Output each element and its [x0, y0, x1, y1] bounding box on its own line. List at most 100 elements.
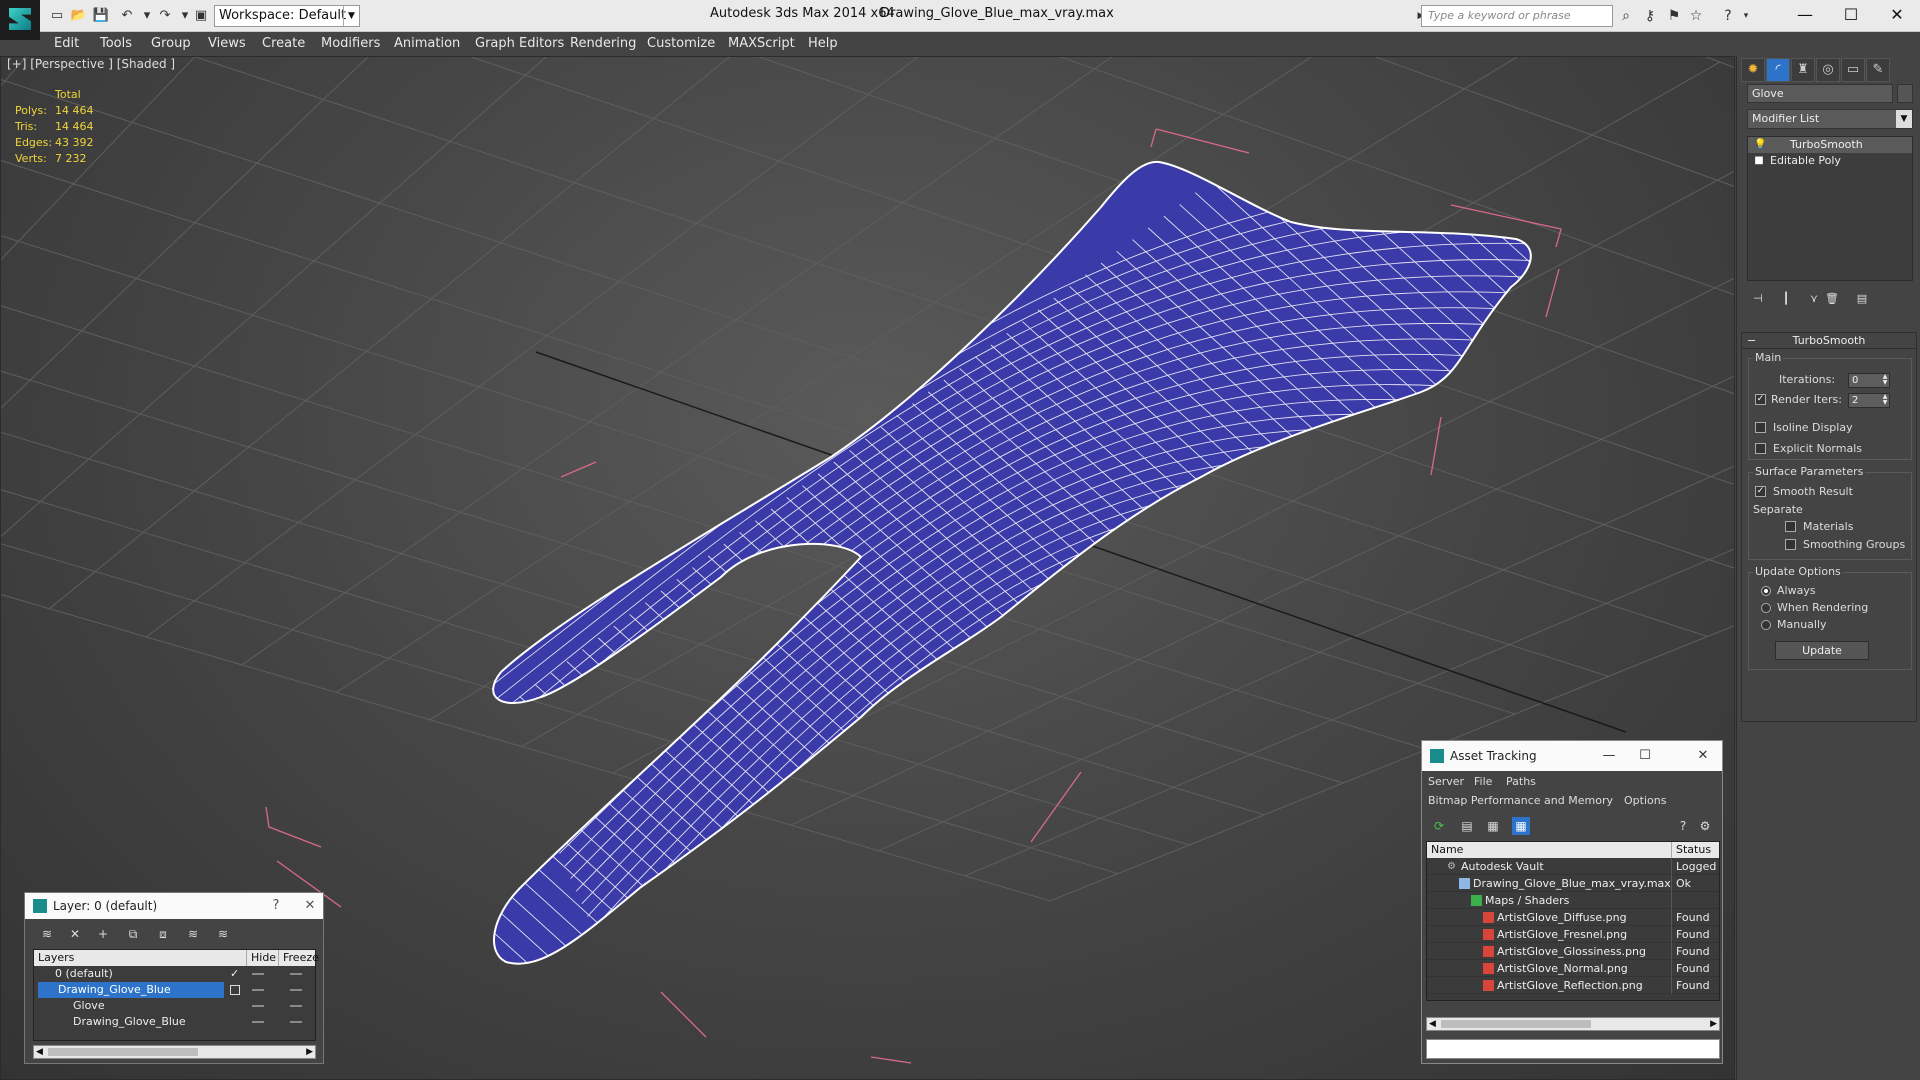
layer-window-titlebar[interactable]: Layer: 0 (default) ? ✕	[25, 893, 323, 919]
smoothing-groups-checkbox[interactable]	[1785, 539, 1796, 550]
scroll-right-icon[interactable]: ▶	[1710, 1018, 1717, 1030]
freeze-toggle[interactable]	[290, 1005, 302, 1007]
spinner-arrows-icon[interactable]: ▲ ▼	[1881, 394, 1889, 407]
motion-tab-icon[interactable]: ◎	[1816, 58, 1840, 82]
settings-icon[interactable]: ⚙	[1696, 817, 1714, 835]
new-file-icon[interactable]: ▭	[48, 7, 66, 25]
isoline-display-checkbox[interactable]	[1755, 422, 1766, 433]
layer-row[interactable]: Drawing_Glove_Blue	[34, 982, 315, 998]
hide-toggle[interactable]	[252, 989, 264, 991]
display-tab-icon[interactable]: ▭	[1841, 58, 1865, 82]
save-file-icon[interactable]: 💾	[92, 7, 110, 25]
object-name-field[interactable]: Glove	[1747, 84, 1893, 103]
checkmark-icon[interactable]: ✓	[230, 966, 239, 982]
menu-animation[interactable]: Animation	[394, 32, 460, 56]
asset-tracking-titlebar[interactable]: Asset Tracking — ☐ ✕	[1422, 741, 1722, 771]
menu-rendering[interactable]: Rendering	[570, 32, 636, 56]
maximize-button[interactable]: ☐	[1628, 745, 1662, 767]
table-row[interactable]: ArtistGlove_Fresnel.png Found	[1427, 926, 1719, 943]
table-row[interactable]: ArtistGlove_Diffuse.png Found	[1427, 909, 1719, 926]
menu-graph-editors[interactable]: Graph Editors	[475, 32, 564, 56]
rollout-header[interactable]: − TurboSmooth	[1742, 333, 1916, 349]
workspace-dropdown[interactable]: Workspace: Default ▼	[214, 5, 360, 27]
menu-modifiers[interactable]: Modifiers	[321, 32, 380, 56]
freeze-toggle[interactable]	[290, 973, 302, 975]
layers-icon[interactable]: ≋	[37, 925, 57, 943]
menu-tools[interactable]: Tools	[100, 32, 132, 56]
object-color-swatch[interactable]	[1897, 84, 1913, 103]
menu-paths[interactable]: Paths	[1506, 775, 1536, 788]
materials-checkbox[interactable]	[1785, 521, 1796, 532]
project-folder-icon[interactable]: ▣	[192, 7, 210, 25]
open-file-icon[interactable]: 📂	[70, 7, 88, 25]
render-iters-checkbox[interactable]: ✓	[1755, 394, 1766, 405]
favorites-star-icon[interactable]: ☆	[1686, 7, 1706, 25]
configure-modifier-sets-icon[interactable]: ▤	[1853, 290, 1871, 308]
column-hide[interactable]: Hide	[246, 950, 276, 966]
spinner-arrows-icon[interactable]: ▲ ▼	[1881, 374, 1889, 387]
scroll-left-icon[interactable]: ◀	[36, 1046, 43, 1058]
viewport-label[interactable]: [+] [Perspective ] [Shaded ]	[7, 57, 175, 71]
menu-customize[interactable]: Customize	[647, 32, 715, 56]
column-name[interactable]: Name	[1431, 842, 1463, 858]
close-button[interactable]: ✕	[1686, 745, 1720, 767]
table-row[interactable]: Maps / Shaders	[1427, 892, 1719, 909]
column-layers[interactable]: Layers	[38, 950, 74, 966]
app-logo-button[interactable]	[0, 0, 40, 40]
menu-file[interactable]: File	[1474, 775, 1492, 788]
when-rendering-radio[interactable]	[1761, 603, 1771, 613]
delete-layer-icon[interactable]: ✕	[65, 925, 85, 943]
menu-group[interactable]: Group	[151, 32, 191, 56]
freeze-toggle[interactable]	[290, 1021, 302, 1023]
modifier-list-dropdown[interactable]: Modifier List ▼	[1747, 109, 1913, 129]
always-radio[interactable]	[1761, 586, 1771, 596]
table-row[interactable]: ArtistGlove_Reflection.png Found	[1427, 977, 1719, 994]
redo-icon[interactable]: ↷	[156, 7, 174, 25]
freeze-toggle[interactable]	[290, 989, 302, 991]
menu-edit[interactable]: Edit	[54, 32, 79, 56]
hide-all-icon[interactable]: ≋	[213, 925, 233, 943]
help-button[interactable]: ?	[261, 895, 291, 917]
detail-view-icon[interactable]: ▦	[1484, 817, 1502, 835]
render-iters-spinner[interactable]: 2 ▲ ▼	[1848, 393, 1890, 408]
menu-views[interactable]: Views	[208, 32, 246, 56]
smooth-result-checkbox[interactable]: ✓	[1755, 486, 1766, 497]
layer-row[interactable]: 0 (default) ✓	[34, 966, 315, 982]
help-icon[interactable]: ?	[1718, 7, 1738, 25]
column-freeze[interactable]: Freeze	[278, 950, 319, 966]
lightbulb-icon[interactable]: 💡	[1754, 139, 1766, 151]
scrollbar-thumb[interactable]	[1441, 1020, 1591, 1028]
create-layer-icon[interactable]: +	[93, 925, 113, 943]
scroll-right-icon[interactable]: ▶	[306, 1046, 313, 1058]
utilities-tab-icon[interactable]: ✎	[1866, 58, 1890, 82]
highlight-layer-icon[interactable]: ≋	[183, 925, 203, 943]
minimize-button[interactable]: —	[1782, 0, 1828, 32]
scrollbar-thumb[interactable]	[48, 1048, 198, 1056]
column-status[interactable]: Status	[1671, 842, 1721, 858]
search-input[interactable]: Type a keyword or phrase	[1421, 5, 1613, 27]
help-icon[interactable]: ?	[1674, 817, 1692, 835]
table-row[interactable]: ⚙ Autodesk Vault Logged	[1427, 858, 1719, 875]
explicit-normals-checkbox[interactable]	[1755, 443, 1766, 454]
table-row[interactable]: Drawing_Glove_Blue_max_vray.max Ok	[1427, 875, 1719, 892]
layer-row[interactable]: Glove	[34, 998, 315, 1014]
stack-item-turbosmooth[interactable]: 💡 TurboSmooth	[1748, 137, 1912, 153]
refresh-icon[interactable]: ⟳	[1430, 817, 1448, 835]
menu-bitmap-performance[interactable]: Bitmap Performance and Memory	[1428, 794, 1613, 807]
list-view-icon[interactable]: ▤	[1458, 817, 1476, 835]
show-end-result-icon[interactable]: ┃	[1777, 290, 1795, 308]
undo-icon[interactable]: ↶	[118, 7, 136, 25]
key-icon[interactable]: ⚷	[1640, 7, 1660, 25]
binoculars-icon[interactable]: ⌕	[1616, 7, 1636, 25]
remove-modifier-icon[interactable]: 🗑	[1823, 290, 1841, 308]
hide-toggle[interactable]	[252, 973, 264, 975]
help-dropdown-icon[interactable]: ▾	[1736, 7, 1756, 25]
table-row[interactable]: ArtistGlove_Glossiness.png Found	[1427, 943, 1719, 960]
layer-row[interactable]: Drawing_Glove_Blue	[34, 1014, 315, 1030]
undo-dropdown-icon[interactable]: ▾	[138, 7, 156, 25]
menu-help[interactable]: Help	[808, 32, 838, 56]
manually-radio[interactable]	[1761, 620, 1771, 630]
current-layer-icon[interactable]	[230, 985, 240, 995]
menu-create[interactable]: Create	[262, 32, 305, 56]
create-tab-icon[interactable]: ✹	[1741, 58, 1765, 82]
